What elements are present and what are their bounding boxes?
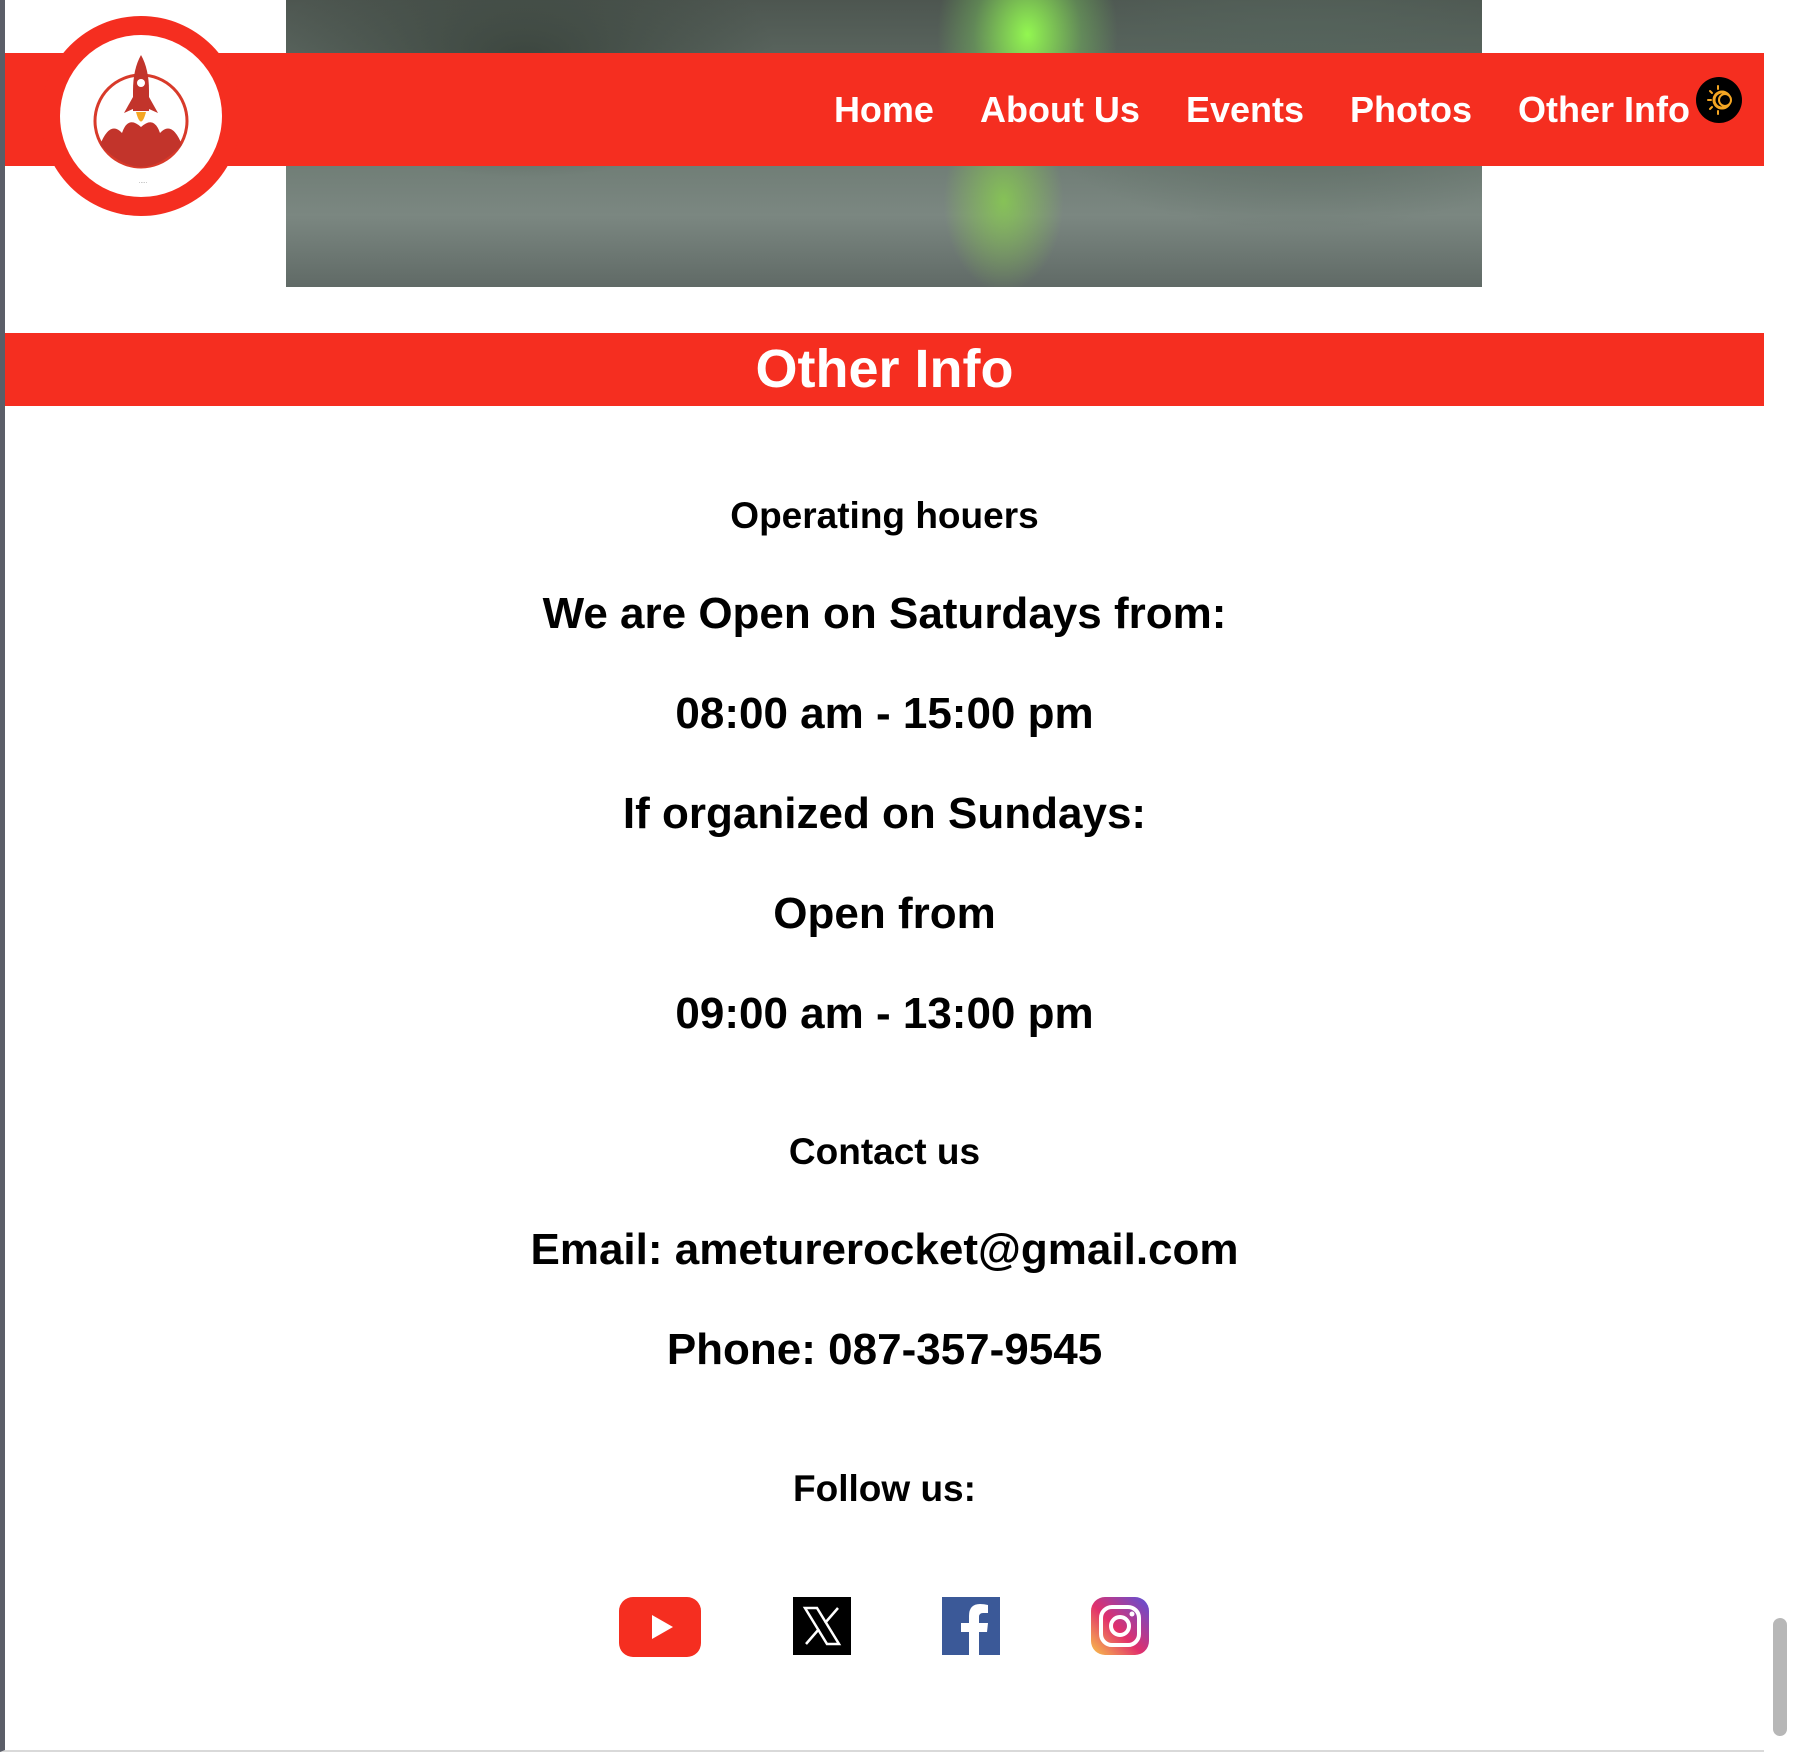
- rocket-icon: ·····: [93, 55, 189, 186]
- contact-heading: Contact us: [788, 1131, 981, 1172]
- facebook-icon[interactable]: [942, 1597, 1000, 1660]
- nav-home[interactable]: Home: [834, 89, 934, 131]
- youtube-icon[interactable]: [619, 1597, 701, 1662]
- hours-heading: Operating houers: [730, 495, 1039, 536]
- scrollbar-thumb[interactable]: [1773, 1618, 1787, 1736]
- hours-line-saturday-times: 08:00 am - 15:00 pm: [675, 689, 1094, 738]
- nav-other-info[interactable]: Other Info: [1518, 89, 1690, 131]
- scrollbar-track[interactable]: [1764, 0, 1798, 1752]
- follow-heading: Follow us:: [793, 1468, 976, 1509]
- hours-line-saturdays: We are Open on Saturdays from:: [542, 589, 1227, 638]
- hours-line-sundays: If organized on Sundays:: [622, 789, 1147, 838]
- sun-moon-icon: [1707, 85, 1732, 115]
- contact-email: Email: ameturerocket@gmail.com: [530, 1225, 1239, 1274]
- hours-line-sunday-times: 09:00 am - 13:00 pm: [675, 989, 1094, 1038]
- social-links: [0, 1597, 1768, 1657]
- hours-line-open-from: Open from: [773, 889, 996, 938]
- main-nav: Home About Us Events Photos Other Info: [834, 53, 1690, 166]
- x-icon[interactable]: [793, 1597, 851, 1660]
- nav-about-us[interactable]: About Us: [980, 89, 1140, 131]
- contact-phone: Phone: 087-357-9545: [666, 1325, 1103, 1374]
- logo[interactable]: ·····: [60, 35, 222, 197]
- nav-photos[interactable]: Photos: [1350, 89, 1472, 131]
- instagram-icon[interactable]: [1091, 1597, 1149, 1660]
- section-header: Other Info: [5, 333, 1764, 406]
- section-title: Other Info: [755, 339, 1014, 399]
- theme-toggle-button[interactable]: [1696, 77, 1742, 123]
- svg-text:·····: ·····: [139, 180, 148, 186]
- nav-events[interactable]: Events: [1186, 89, 1304, 131]
